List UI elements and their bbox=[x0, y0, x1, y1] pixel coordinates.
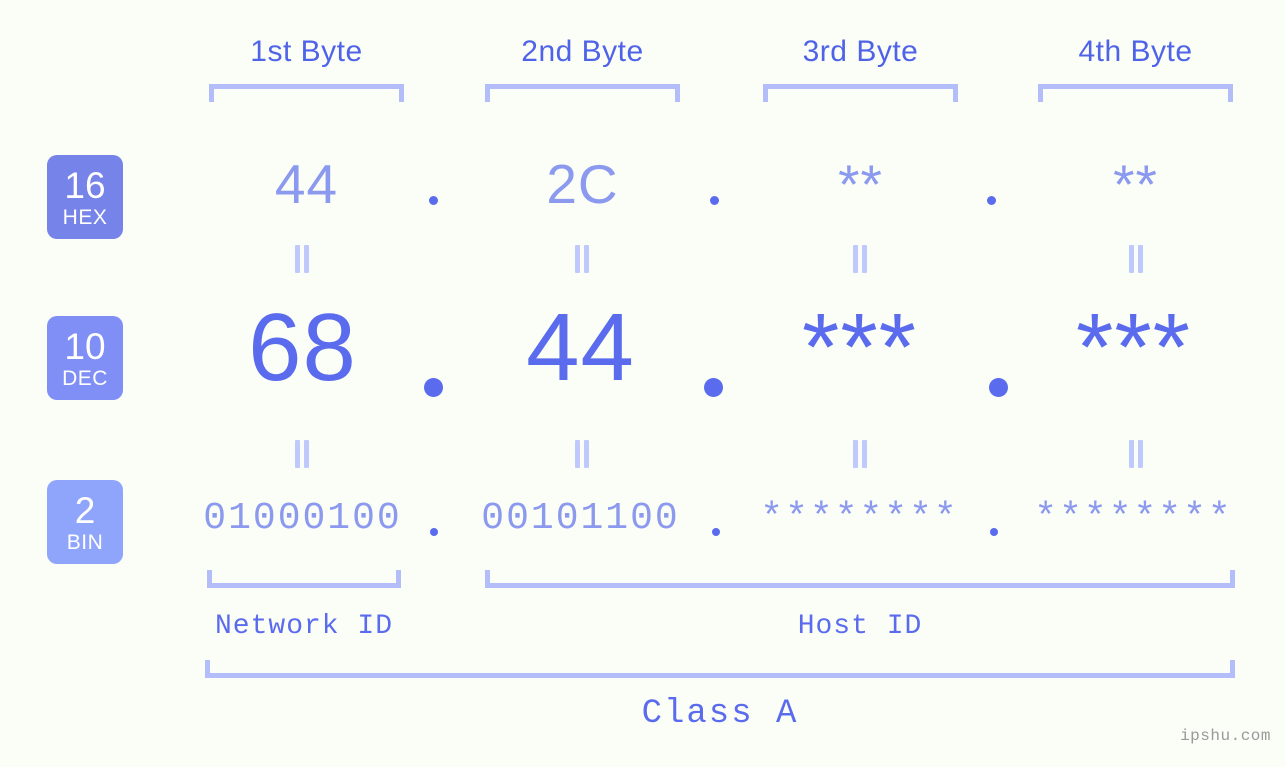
base-badge-dec-label: DEC bbox=[62, 366, 108, 390]
bin-separator-dot-1 bbox=[430, 528, 438, 536]
equals-connector-dec-bin-4 bbox=[1126, 440, 1146, 468]
base-badge-hex-label: HEX bbox=[62, 205, 108, 229]
byte-header-4: 4th Byte bbox=[1078, 35, 1193, 68]
base-badge-dec-number: 10 bbox=[64, 325, 106, 367]
base-badge-hex: 16 HEX bbox=[47, 155, 123, 239]
hex-separator-dot-2 bbox=[710, 196, 719, 205]
byte-header-1: 1st Byte bbox=[250, 35, 363, 68]
hex-byte-1: 44 bbox=[274, 153, 339, 215]
base-badge-bin: 2 BIN bbox=[47, 480, 123, 564]
bin-byte-4: ******** bbox=[1034, 497, 1233, 540]
host-id-bracket bbox=[485, 570, 1235, 588]
byte-bracket-1 bbox=[209, 84, 404, 102]
hex-byte-4: ** bbox=[1113, 153, 1158, 215]
equals-connector-dec-bin-1 bbox=[292, 440, 312, 468]
base-badge-bin-number: 2 bbox=[74, 489, 96, 531]
dec-byte-4: *** bbox=[1075, 294, 1192, 401]
base-badge-dec: 10 DEC bbox=[47, 316, 123, 400]
equals-connector-dec-bin-3 bbox=[850, 440, 870, 468]
byte-header-2: 2nd Byte bbox=[521, 35, 644, 68]
dec-byte-3: *** bbox=[801, 294, 918, 401]
network-id-bracket bbox=[207, 570, 401, 588]
dec-separator-dot-2 bbox=[704, 378, 723, 397]
base-badge-hex-number: 16 bbox=[64, 164, 106, 206]
equals-connector-hex-dec-2 bbox=[572, 245, 592, 273]
bin-byte-2: 00101100 bbox=[481, 497, 680, 540]
class-label: Class A bbox=[641, 695, 799, 733]
byte-bracket-3 bbox=[763, 84, 958, 102]
host-id-label: Host ID bbox=[797, 611, 923, 642]
dec-byte-1: 68 bbox=[248, 294, 357, 401]
bin-separator-dot-2 bbox=[712, 528, 720, 536]
base-badge-bin-label: BIN bbox=[66, 530, 104, 554]
ip-address-breakdown-diagram: 1st Byte 2nd Byte 3rd Byte 4th Byte 16 H… bbox=[0, 0, 1285, 767]
equals-connector-hex-dec-4 bbox=[1126, 245, 1146, 273]
byte-header-3: 3rd Byte bbox=[802, 35, 919, 68]
bin-byte-3: ******** bbox=[760, 497, 959, 540]
hex-separator-dot-1 bbox=[429, 196, 438, 205]
dec-separator-dot-1 bbox=[424, 378, 443, 397]
network-id-label: Network ID bbox=[214, 611, 394, 642]
bin-separator-dot-3 bbox=[990, 528, 998, 536]
hex-byte-3: ** bbox=[838, 153, 883, 215]
class-bracket bbox=[205, 660, 1235, 678]
hex-separator-dot-3 bbox=[987, 196, 996, 205]
equals-connector-dec-bin-2 bbox=[572, 440, 592, 468]
bin-byte-1: 01000100 bbox=[203, 497, 402, 540]
byte-bracket-2 bbox=[485, 84, 680, 102]
hex-byte-2: 2C bbox=[546, 153, 619, 215]
equals-connector-hex-dec-3 bbox=[850, 245, 870, 273]
dec-byte-2: 44 bbox=[526, 294, 635, 401]
byte-bracket-4 bbox=[1038, 84, 1233, 102]
equals-connector-hex-dec-1 bbox=[292, 245, 312, 273]
dec-separator-dot-3 bbox=[989, 378, 1008, 397]
site-watermark: ipshu.com bbox=[1180, 727, 1271, 745]
